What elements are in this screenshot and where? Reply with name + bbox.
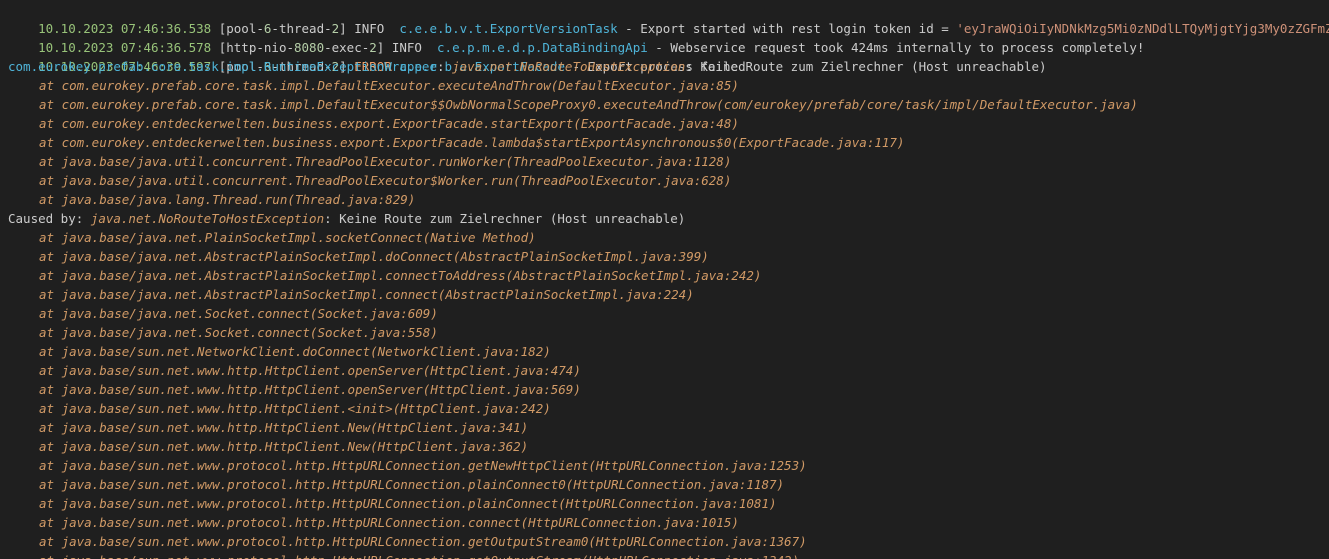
stack-frame: at com.eurokey.entdeckerwelten.business.… bbox=[39, 135, 905, 150]
stack-frame: at java.base/sun.net.www.protocol.http.H… bbox=[39, 534, 807, 549]
stack-frame: at java.base/java.util.concurrent.Thread… bbox=[39, 173, 732, 188]
stack-frame: at java.base/sun.net.www.http.HttpClient… bbox=[39, 439, 529, 454]
stack-frame: at java.base/sun.net.NetworkClient.doCon… bbox=[39, 344, 551, 359]
stack-frame: at java.base/sun.net.www.http.HttpClient… bbox=[39, 401, 551, 416]
stack-trace-1: at com.eurokey.prefab.core.task.impl.Def… bbox=[0, 76, 1329, 209]
stack-frame: at java.base/java.net.Socket.connect(Soc… bbox=[39, 306, 438, 321]
exception-wrapper-class: com.eurokey.prefab.core.task.impl.Runtim… bbox=[8, 59, 437, 74]
stack-frame: at java.base/java.net.AbstractPlainSocke… bbox=[39, 287, 694, 302]
log-message: - Export started with rest login token i… bbox=[617, 21, 957, 36]
log-line: 10.10.2023 07:46:36.538 [pool-6-thread-2… bbox=[0, 0, 1329, 36]
stack-frame: at java.base/java.lang.Thread.run(Thread… bbox=[39, 192, 416, 207]
stack-frame: at java.base/sun.net.www.http.HttpClient… bbox=[39, 420, 529, 435]
stack-frame: at java.base/sun.net.www.protocol.http.H… bbox=[39, 477, 785, 492]
log-console: 10.10.2023 07:46:36.538 [pool-6-thread-2… bbox=[0, 0, 1329, 559]
log-timestamp: 10.10.2023 07:46:36.538 bbox=[38, 21, 212, 36]
caused-by-class: java.net.NoRouteToHostException bbox=[90, 211, 325, 226]
stack-frame: at com.eurokey.entdeckerwelten.business.… bbox=[39, 116, 739, 131]
caused-by-message: : Keine Route zum Zielrechner (Host unre… bbox=[324, 211, 686, 226]
stack-frame: at java.base/java.util.concurrent.Thread… bbox=[39, 154, 732, 169]
stack-frame: at java.base/java.net.AbstractPlainSocke… bbox=[39, 249, 709, 264]
log-message: - Webservice request took 424ms internal… bbox=[647, 40, 1145, 55]
stack-frame: at java.base/sun.net.www.protocol.http.H… bbox=[0, 551, 1329, 559]
log-thread: [http-nio-8080-exec-2] bbox=[218, 40, 385, 55]
stack-frame: at java.base/java.net.PlainSocketImpl.so… bbox=[39, 230, 536, 245]
log-timestamp: 10.10.2023 07:46:36.578 bbox=[38, 40, 212, 55]
stack-frame: at com.eurokey.prefab.core.task.impl.Def… bbox=[39, 78, 739, 93]
stack-frame: at java.base/sun.net.www.protocol.http.H… bbox=[39, 458, 807, 473]
log-logger: c.e.p.m.e.d.p.DataBindingApi bbox=[437, 40, 648, 55]
log-level: INFO bbox=[354, 21, 392, 36]
caused-by-label: Caused by: bbox=[8, 211, 91, 226]
exception-cause-class: java.net.NoRouteToHostException bbox=[452, 59, 686, 74]
log-token: 'eyJraWQiOiIyNDNkMzg5Mi0zNDdlLTQyMjgtYjg… bbox=[956, 21, 1329, 36]
stack-frame: at java.base/sun.net.www.http.HttpClient… bbox=[39, 363, 581, 378]
log-logger: c.e.e.b.v.t.ExportVersionTask bbox=[399, 21, 618, 36]
stack-frame: at java.base/sun.net.www.protocol.http.H… bbox=[39, 496, 777, 511]
stack-frame: at java.base/java.net.Socket.connect(Soc… bbox=[39, 325, 438, 340]
stack-frame: at java.base/sun.net.www.http.HttpClient… bbox=[39, 382, 581, 397]
log-thread: [pool-6-thread-2] bbox=[218, 21, 347, 36]
stack-frame: at com.eurokey.prefab.core.task.impl.Def… bbox=[39, 97, 1138, 112]
stack-trace-2: at java.base/java.net.PlainSocketImpl.so… bbox=[0, 228, 1329, 559]
exception-header: com.eurokey.prefab.core.task.impl.Runtim… bbox=[8, 59, 1047, 74]
stack-frame: at java.base/sun.net.www.protocol.http.H… bbox=[39, 515, 739, 530]
stack-frame: at java.base/java.net.AbstractPlainSocke… bbox=[39, 268, 762, 283]
caused-by-line: Caused by: java.net.NoRouteToHostExcepti… bbox=[0, 209, 1329, 228]
exception-message: : Keine Route zum Zielrechner (Host unre… bbox=[685, 59, 1047, 74]
log-level: INFO bbox=[391, 40, 430, 55]
